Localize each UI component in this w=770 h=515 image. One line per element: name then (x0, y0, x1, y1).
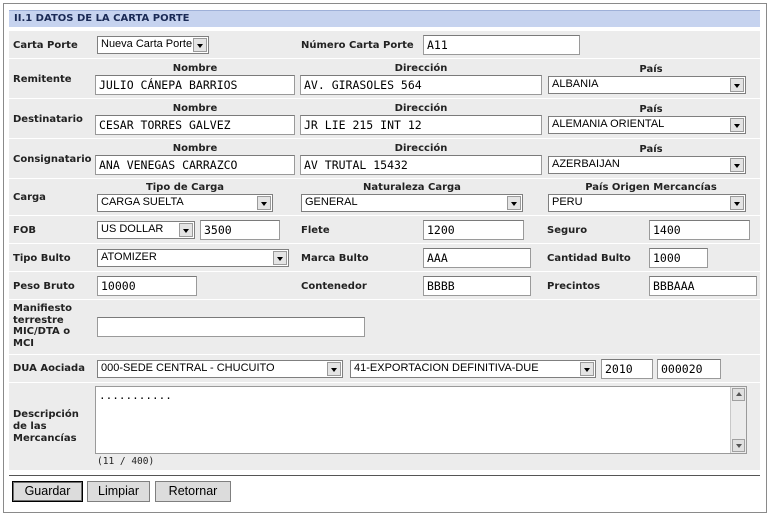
destinatario-label: Destinatario (13, 114, 83, 125)
carta-porte-label: Carta Porte (13, 40, 78, 51)
fob-value-input[interactable]: 3500 (200, 220, 280, 240)
contenedor-label: Contenedor (301, 281, 367, 292)
chevron-down-icon (507, 196, 521, 210)
tipo-bulto-select[interactable]: ATOMIZER (97, 249, 289, 267)
remitente-direccion-header: Dirección (394, 63, 448, 74)
numero-carta-porte-label: Número Carta Porte (301, 40, 414, 51)
scroll-down-icon[interactable] (732, 439, 745, 452)
manifiesto-label: Manifiesto terrestre MIC/DTA o MCI (13, 303, 73, 349)
remitente-label: Remitente (13, 74, 72, 85)
dua-label: DUA Aociada (13, 363, 85, 374)
tipo-carga-header: Tipo de Carga (145, 182, 225, 193)
chevron-down-icon (730, 196, 744, 210)
fob-currency-select[interactable]: US DOLLAR (97, 221, 195, 239)
carta-porte-select[interactable]: Nueva Carta Porte (97, 36, 209, 54)
chevron-down-icon (730, 158, 744, 172)
dua-regimen-select[interactable]: 41-EXPORTACION DEFINITIVA-DUE (350, 360, 596, 378)
fob-label: FOB (13, 225, 36, 236)
contenedor-input[interactable]: BBBB (423, 276, 531, 296)
descripcion-label: Descripción de las Mercancías (13, 409, 79, 444)
dua-anio-input[interactable]: 2010 (601, 359, 653, 379)
chevron-down-icon (327, 362, 341, 376)
consignatario-direccion-header: Dirección (394, 143, 448, 154)
chevron-down-icon (273, 251, 287, 265)
section-title: II.1 DATOS DE LA CARTA PORTE (9, 10, 760, 27)
flete-label: Flete (301, 225, 330, 236)
footer-divider (9, 475, 760, 476)
consignatario-nombre-header: Nombre (172, 143, 218, 154)
chevron-down-icon (730, 78, 744, 92)
chevron-down-icon (730, 118, 744, 132)
flete-input[interactable]: 1200 (423, 220, 524, 240)
marca-bulto-label: Marca Bulto (301, 253, 369, 264)
consignatario-nombre-input[interactable]: ANA VENEGAS CARRAZCO (95, 155, 295, 175)
chevron-down-icon (580, 362, 594, 376)
tipo-carga-select[interactable]: CARGA SUELTA (97, 194, 273, 212)
carga-label: Carga (13, 192, 46, 203)
pais-origen-select[interactable]: PERU (548, 194, 746, 212)
char-counter: (11 / 400) (97, 456, 155, 467)
destinatario-pais-header: País (639, 104, 663, 115)
peso-bruto-input[interactable]: 10000 (97, 276, 197, 296)
destinatario-pais-select[interactable]: ALEMANIA ORIENTAL (548, 116, 746, 134)
pais-origen-header: País Origen Mercancías (585, 182, 717, 193)
descripcion-scrollbar[interactable] (730, 387, 746, 453)
retornar-button[interactable]: Retornar (155, 481, 231, 502)
precintos-label: Precintos (547, 281, 601, 292)
consignatario-pais-header: País (639, 144, 663, 155)
naturaleza-carga-select[interactable]: GENERAL (301, 194, 523, 212)
scroll-up-icon[interactable] (732, 388, 745, 401)
chevron-down-icon (193, 38, 207, 52)
numero-carta-porte-input[interactable]: A11 (423, 35, 580, 55)
cantidad-bulto-label: Cantidad Bulto (547, 253, 631, 264)
remitente-direccion-input[interactable]: AV. GIRASOLES 564 (300, 75, 542, 95)
seguro-input[interactable]: 1400 (649, 220, 750, 240)
peso-bruto-label: Peso Bruto (13, 281, 75, 292)
remitente-nombre-input[interactable]: JULIO CÁNEPA BARRIOS (95, 75, 295, 95)
tipo-bulto-label: Tipo Bulto (13, 253, 71, 264)
naturaleza-carga-header: Naturaleza Carga (363, 182, 461, 193)
manifiesto-input[interactable] (97, 317, 365, 337)
seguro-label: Seguro (547, 225, 588, 236)
destinatario-direccion-header: Dirección (394, 103, 448, 114)
cantidad-bulto-input[interactable]: 1000 (649, 248, 708, 268)
dua-aduana-select[interactable]: 000-SEDE CENTRAL - CHUCUITO (97, 360, 343, 378)
guardar-button[interactable]: Guardar (12, 481, 83, 502)
marca-bulto-input[interactable]: AAA (423, 248, 531, 268)
consignatario-direccion-input[interactable]: AV TRUTAL 15432 (300, 155, 542, 175)
remitente-nombre-header: Nombre (172, 63, 218, 74)
chevron-down-icon (179, 223, 193, 237)
dua-numero-input[interactable]: 000020 (657, 359, 721, 379)
consignatario-label: Consignatario (13, 154, 92, 165)
descripcion-textarea[interactable]: ........... (95, 386, 747, 454)
destinatario-nombre-input[interactable]: CESAR TORRES GALVEZ (95, 115, 295, 135)
remitente-pais-select[interactable]: ALBANIA (548, 76, 746, 94)
destinatario-nombre-header: Nombre (172, 103, 218, 114)
limpiar-button[interactable]: Limpiar (87, 481, 150, 502)
chevron-down-icon (257, 196, 271, 210)
remitente-pais-header: País (639, 64, 663, 75)
consignatario-pais-select[interactable]: AZERBAIJAN (548, 156, 746, 174)
precintos-input[interactable]: BBBAAA (649, 276, 757, 296)
destinatario-direccion-input[interactable]: JR LIE 215 INT 12 (300, 115, 542, 135)
